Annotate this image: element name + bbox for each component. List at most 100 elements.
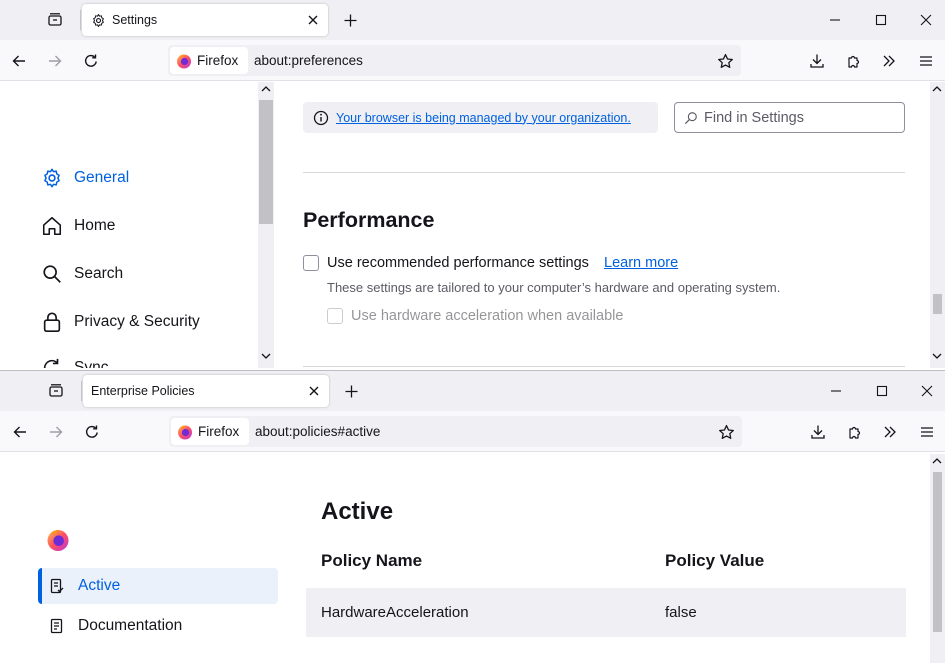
forward-button[interactable] — [44, 50, 66, 72]
minimize-button[interactable] — [826, 381, 846, 401]
app-menu-button[interactable] — [915, 50, 937, 72]
tab-list-button[interactable] — [44, 9, 66, 31]
close-window-button[interactable] — [916, 10, 936, 30]
maximize-icon — [875, 14, 887, 26]
reload-button[interactable] — [80, 50, 102, 72]
reload-icon — [85, 54, 97, 67]
maximize-button[interactable] — [872, 381, 892, 401]
sidebar-item-general[interactable]: General — [40, 164, 129, 192]
puzzle-icon — [849, 426, 861, 439]
tab-list-button[interactable] — [45, 380, 67, 402]
page-title: Active — [321, 498, 394, 525]
identity-label: Firefox — [198, 424, 240, 439]
chevron-down-icon[interactable] — [932, 352, 942, 360]
arrow-left-icon — [13, 426, 26, 438]
back-button[interactable] — [9, 421, 31, 443]
chevron-up-icon[interactable] — [932, 85, 942, 93]
url-bar[interactable]: Firefox about:preferences — [168, 45, 741, 76]
performance-heading: Performance — [303, 208, 435, 232]
sidebar-item-sync[interactable]: Sync — [40, 354, 108, 368]
identity-label: Firefox — [197, 53, 239, 68]
nav-item-documentation[interactable]: Documentation — [38, 608, 278, 644]
close-tab-icon[interactable] — [306, 13, 320, 27]
managed-policy-link[interactable]: Your browser is being managed by your or… — [336, 111, 631, 125]
url-bar[interactable]: Firefox about:policies#active — [169, 416, 742, 447]
downloads-button[interactable] — [807, 421, 829, 443]
scrollbar-thumb[interactable] — [933, 472, 942, 632]
identity-box[interactable]: Firefox — [170, 47, 248, 74]
close-tab-icon[interactable] — [307, 384, 321, 398]
tab-enterprise-policies[interactable]: Enterprise Policies — [83, 375, 329, 407]
bookmark-star-button[interactable] — [715, 51, 735, 71]
tab-strip: Enterprise Policies — [0, 371, 945, 411]
app-menu-button[interactable] — [916, 421, 938, 443]
nav-item-label: Active — [78, 577, 121, 594]
identity-box[interactable]: Firefox — [171, 418, 249, 445]
nav-item-label: Documentation — [78, 617, 183, 634]
chevron-down-icon[interactable] — [261, 352, 271, 360]
extensions-button[interactable] — [844, 421, 866, 443]
policy-value-cell: false — [665, 604, 697, 621]
plus-icon — [345, 385, 357, 397]
tab-separator — [81, 381, 82, 401]
recommended-performance-label[interactable]: Use recommended performance settings — [327, 255, 589, 271]
url-text[interactable]: about:preferences — [254, 53, 363, 68]
sidebar-item-home[interactable]: Home — [40, 212, 115, 240]
settings-window: Settings Firefox about:preferences Gener… — [0, 0, 945, 368]
scrollbar-thumb[interactable] — [933, 294, 942, 314]
tab-title: Enterprise Policies — [91, 384, 195, 398]
policy-name-cell: HardwareAcceleration — [321, 604, 469, 621]
tab-list-icon — [49, 384, 63, 397]
settings-search-input[interactable] — [704, 109, 894, 126]
sidebar-item-label: General — [74, 169, 130, 186]
minimize-button[interactable] — [825, 10, 845, 30]
new-tab-button[interactable] — [341, 381, 361, 401]
arrow-right-icon — [50, 426, 63, 438]
overflow-button[interactable] — [878, 50, 900, 72]
downloads-button[interactable] — [806, 50, 828, 72]
firefox-logo-icon — [177, 54, 191, 68]
sidebar-item-label: Sync — [74, 359, 109, 368]
maximize-icon — [876, 385, 888, 397]
nav-item-active[interactable]: Active — [38, 568, 278, 604]
scrollbar-thumb[interactable] — [259, 100, 273, 224]
main-scrollbar[interactable] — [930, 82, 945, 368]
forward-button[interactable] — [45, 421, 67, 443]
close-icon — [920, 14, 932, 26]
sidebar-item-search[interactable]: Search — [40, 260, 123, 288]
policies-window: Enterprise Policies Firefox about:polici… — [0, 370, 945, 663]
policy-icon — [48, 577, 66, 595]
back-button[interactable] — [8, 50, 30, 72]
hamburger-icon — [920, 56, 932, 66]
minimize-icon — [830, 19, 840, 21]
overflow-button[interactable] — [879, 421, 901, 443]
maximize-button[interactable] — [871, 10, 891, 30]
plus-icon — [344, 14, 356, 26]
new-tab-button[interactable] — [340, 10, 360, 30]
puzzle-icon — [848, 55, 860, 68]
learn-more-link[interactable]: Learn more — [604, 255, 678, 271]
main-scrollbar[interactable] — [930, 454, 945, 663]
tab-settings[interactable]: Settings — [82, 4, 328, 36]
tab-strip: Settings — [0, 0, 945, 40]
sidebar-item-privacy[interactable]: Privacy & Security — [40, 308, 200, 336]
home-icon — [40, 214, 64, 238]
hardware-acceleration-checkbox[interactable] — [327, 308, 343, 324]
chevron-up-icon[interactable] — [261, 85, 271, 93]
close-window-button[interactable] — [917, 381, 937, 401]
download-icon — [811, 425, 825, 439]
policy-notice: Your browser is being managed by your or… — [303, 102, 658, 133]
sidebar-scrollbar[interactable] — [258, 82, 274, 368]
reload-button[interactable] — [81, 421, 103, 443]
reload-icon — [86, 425, 98, 438]
recommended-performance-checkbox[interactable] — [303, 255, 319, 271]
settings-search-field[interactable] — [674, 102, 905, 133]
sync-icon — [40, 356, 64, 368]
info-icon — [313, 110, 329, 125]
bookmark-star-button[interactable] — [716, 422, 736, 442]
gear-icon — [90, 12, 106, 28]
url-text[interactable]: about:policies#active — [255, 424, 380, 439]
nav-toolbar: Firefox about:preferences — [0, 40, 945, 81]
extensions-button[interactable] — [843, 50, 865, 72]
chevron-up-icon[interactable] — [932, 457, 942, 465]
